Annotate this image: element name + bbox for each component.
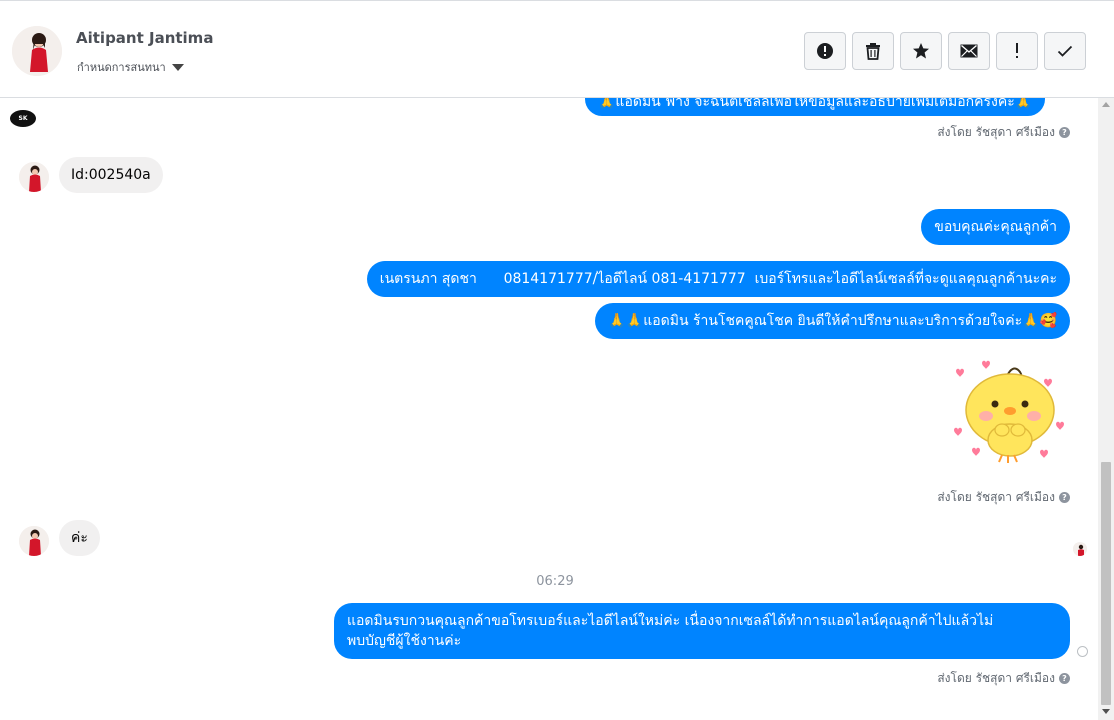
sent-by-text: ส่งโดย รัชสุดา ศรีเมือง (937, 125, 1055, 139)
time-divider: 06:29 (536, 574, 574, 589)
page-logo: SK (10, 110, 36, 127)
outgoing-message: ขอบคุณค่ะคุณลูกค้า (921, 209, 1070, 245)
contact-name[interactable]: Aitipant Jantima (76, 29, 213, 47)
mark-spam-button[interactable] (804, 32, 846, 70)
header-toolbar (804, 32, 1086, 70)
conversation-header: Aitipant Jantima กำหนดการสนทนา (0, 0, 1114, 98)
caret-down-icon (171, 64, 184, 71)
exclamation-icon (1016, 43, 1018, 58)
outgoing-message: 🙏🙏แอดมิน ร้านโชคคูณโชค ยินดีให้คำปรึกษาแ… (595, 303, 1070, 339)
follow-up-button[interactable] (996, 32, 1038, 70)
contact-avatar[interactable] (12, 26, 62, 76)
outgoing-message: 🙏แอดมิน ฟาง จะฉนตเชลล์เพอให้ข้อมูลและอธิ… (585, 98, 1046, 116)
star-icon (913, 43, 929, 59)
sent-by-label: ส่งโดย รัชสุดา ศรีเมือง ? (937, 123, 1070, 142)
message-thread[interactable]: 🙏แอดมิน ฟาง จะฉนตเชลล์เพอให้ข้อมูลและอธิ… (0, 98, 1098, 720)
envelope-icon (960, 44, 978, 58)
mark-done-button[interactable] (1044, 32, 1086, 70)
star-button[interactable] (900, 32, 942, 70)
help-icon[interactable]: ? (1059, 492, 1070, 503)
contact-avatar-small (19, 162, 49, 192)
assign-conversation-dropdown[interactable]: กำหนดการสนทนา (77, 58, 184, 76)
alert-circle-icon (817, 43, 833, 59)
sent-by-label: ส่งโดย รัชสุดา ศรีเมือง ? (937, 488, 1070, 507)
scroll-thumb[interactable] (1101, 462, 1111, 705)
assign-label: กำหนดการสนทนา (77, 61, 166, 74)
delete-button[interactable] (852, 32, 894, 70)
message-line: แอดมินรบกวนคุณลูกค้าขอโทรเบอร์และไอดีไลน… (347, 613, 994, 629)
incoming-message: Id:002540a (59, 157, 163, 193)
help-icon[interactable]: ? (1059, 673, 1070, 684)
mark-unread-button[interactable] (948, 32, 990, 70)
scroll-down-arrow-icon[interactable] (1102, 709, 1110, 714)
delivered-check-icon (1077, 646, 1088, 657)
chick-sticker[interactable] (952, 360, 1068, 468)
scroll-up-arrow-icon[interactable] (1102, 102, 1110, 107)
thread-scrollbar[interactable] (1098, 98, 1114, 720)
incoming-message: ค่ะ (59, 520, 100, 556)
seen-avatar (1073, 542, 1087, 556)
help-icon[interactable]: ? (1059, 127, 1070, 138)
checkmark-icon (1057, 45, 1073, 57)
trash-icon (866, 43, 880, 60)
sent-by-label: ส่งโดย รัชสุดา ศรีเมือง ? (937, 669, 1070, 688)
contact-avatar-small (19, 526, 49, 556)
outgoing-message: เนตรนภา สุดชา 0814171777/ไอดีไลน์ 081-41… (366, 261, 1070, 297)
sent-by-text: ส่งโดย รัชสุดา ศรีเมือง (937, 671, 1055, 685)
sent-by-text: ส่งโดย รัชสุดา ศรีเมือง (937, 490, 1055, 504)
outgoing-message: แอดมินรบกวนคุณลูกค้าขอโทรเบอร์และไอดีไลน… (334, 603, 1070, 659)
message-line: พบบัญชีผู้ใช้งานค่ะ (347, 633, 462, 649)
